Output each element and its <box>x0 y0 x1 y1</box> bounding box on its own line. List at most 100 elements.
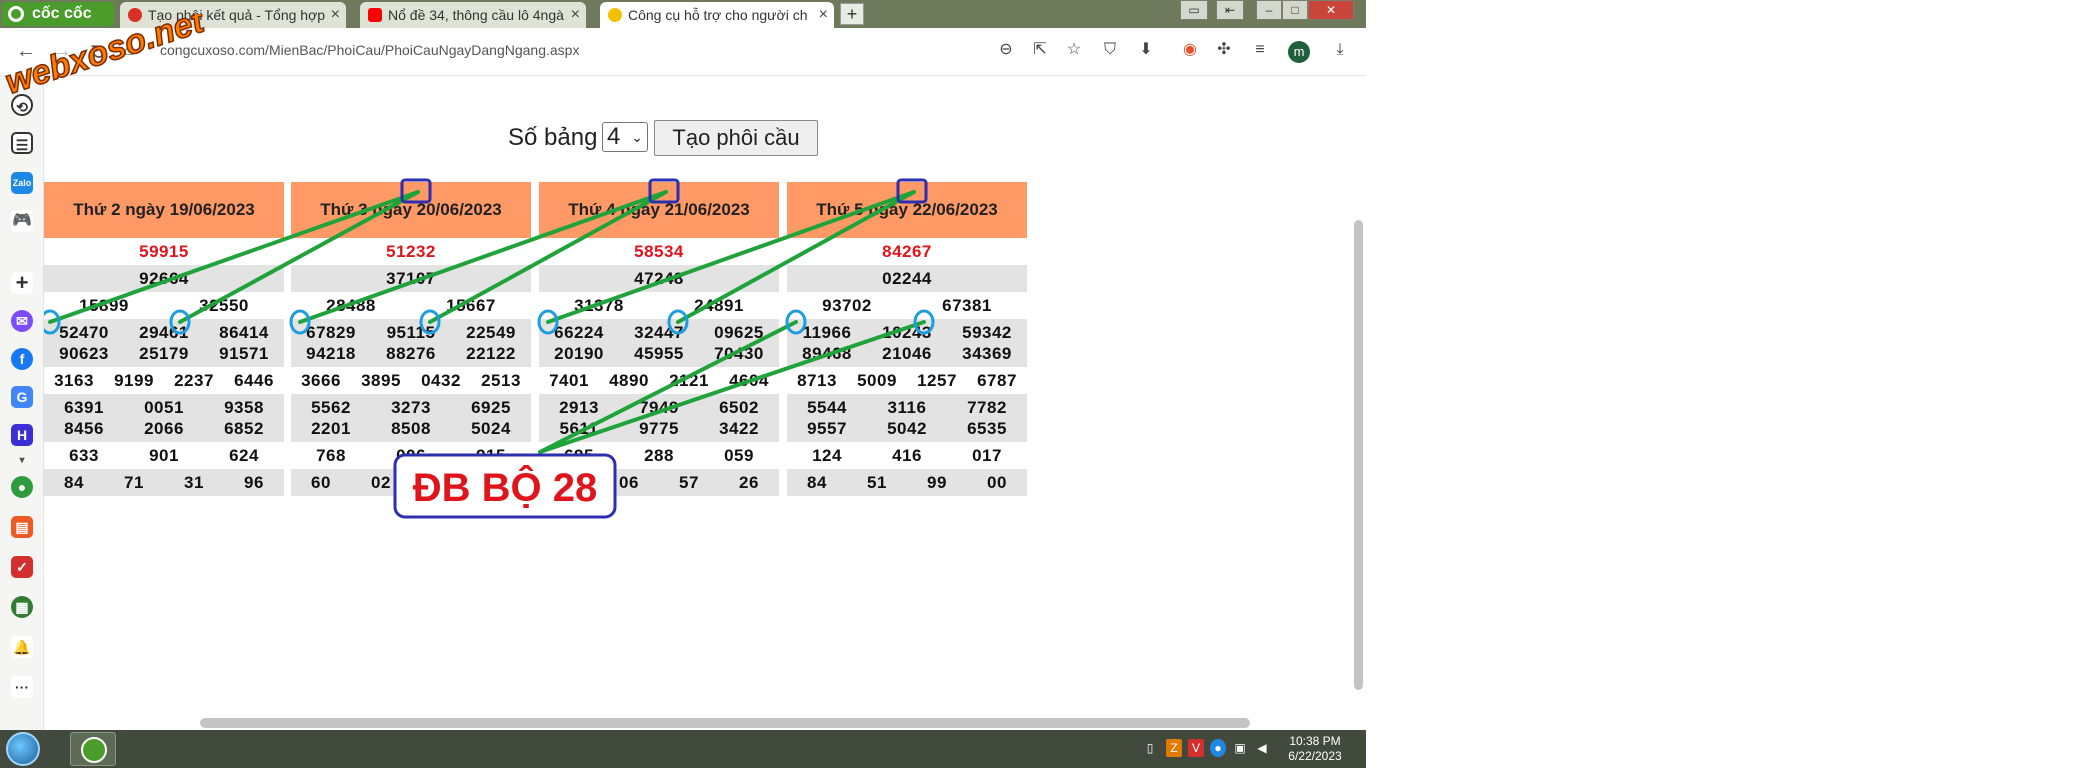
result-board: Thứ 5 ngày 22/06/2023 84267 02244 93702 6738… <box>787 182 1027 496</box>
close-tab-icon[interactable]: × <box>331 2 340 28</box>
tab-2[interactable]: Nổ đề 34, thông cầu lô 4ngà × <box>360 2 586 28</box>
prize-number: 6925 <box>471 398 511 417</box>
prize-number: 34369 <box>962 344 1012 363</box>
tray-volume-icon[interactable]: ◀ <box>1254 739 1270 757</box>
messenger-icon[interactable]: ✉ <box>11 310 33 332</box>
prize-number: 67381 <box>942 296 992 315</box>
so-bang-label: Số bảng <box>508 124 598 151</box>
prize-number: 22549 <box>466 323 516 342</box>
avatar[interactable]: m <box>1288 41 1310 63</box>
start-button[interactable] <box>6 732 40 766</box>
prize-number: 4604 <box>729 371 769 390</box>
puzzle-icon[interactable]: ✣ <box>1214 40 1234 60</box>
chevron-down-icon: ⌄ <box>631 129 643 145</box>
add-icon[interactable]: + <box>11 272 33 294</box>
tray-globe-icon[interactable]: ● <box>1210 739 1226 757</box>
prize-row: 5562 3273 6925 2201 8508 5024 <box>291 394 531 442</box>
so-bang-select[interactable]: 4 ⌄ <box>602 122 648 152</box>
tao-phoi-cau-button[interactable]: Tạo phôi cầu <box>654 120 818 156</box>
coccoc-logo[interactable]: cốc cốc <box>2 2 114 26</box>
prize-number: 84 <box>807 473 827 492</box>
more-icon[interactable]: ··· <box>11 676 33 698</box>
reading-list-icon[interactable]: ≡ <box>1250 40 1270 60</box>
prize-row: 51232 <box>291 238 531 265</box>
download-box-icon[interactable]: ⬇ <box>1136 40 1156 60</box>
prize-number: 37107 <box>386 269 436 288</box>
sheet-icon[interactable]: ▦ <box>11 596 33 618</box>
minimize-button[interactable]: – <box>1256 0 1282 20</box>
clock[interactable]: 10:38 PM 6/22/2023 <box>1280 734 1350 764</box>
zalo-icon[interactable]: Zalo <box>11 172 33 194</box>
prize-number: 21046 <box>882 344 932 363</box>
new-tab-button[interactable]: + <box>840 3 864 25</box>
prize-number: 9358 <box>224 398 264 417</box>
url-input[interactable]: congcuxoso.com/MienBac/PhoiCau/PhoiCauNg… <box>160 42 579 58</box>
prize-number: 96 <box>244 473 264 492</box>
bookmark-star-icon[interactable]: ☆ <box>1064 40 1084 60</box>
task-check-icon[interactable]: ✓ <box>11 556 33 578</box>
prize-row: 52470 29461 86414 90623 25179 91571 <box>44 319 284 367</box>
prize-number: 67829 <box>306 323 356 342</box>
zoom-icon[interactable]: ⊖ <box>996 40 1016 60</box>
prize-row: 84 51 99 00 <box>787 469 1027 496</box>
sidebar-toggle-icon[interactable]: ⇤ <box>1216 0 1244 20</box>
prize-number: 3422 <box>719 419 759 438</box>
maximize-button[interactable]: □ <box>1282 0 1308 20</box>
tab-1[interactable]: Tạo phôi kết quả - Tổng hợp × <box>120 2 346 28</box>
tray-z-icon[interactable]: Z <box>1166 739 1182 757</box>
prize-number: 25179 <box>139 344 189 363</box>
prize-number: 3666 <box>301 371 341 390</box>
prize-number: 22122 <box>466 344 516 363</box>
board-date-header: Thứ 5 ngày 22/06/2023 <box>787 182 1027 238</box>
coccoc-logo-icon <box>8 6 24 22</box>
forward-icon[interactable]: → <box>52 40 72 63</box>
prize-number: 416 <box>892 446 922 465</box>
prize-number: 88276 <box>386 344 436 363</box>
coccoc-extension-icon[interactable]: ◉ <box>1180 40 1200 60</box>
result-board: Thứ 2 ngày 19/06/2023 59915 92664 15899 3255… <box>44 182 284 496</box>
home-icon[interactable]: ⌂ <box>124 42 134 60</box>
history-icon[interactable]: ⟲ <box>11 94 33 116</box>
vertical-scrollbar[interactable] <box>1354 220 1363 690</box>
tray-v-icon[interactable]: V <box>1188 739 1204 757</box>
prize-number: 51 <box>867 473 887 492</box>
tray-network-icon[interactable]: ▣ <box>1232 739 1248 757</box>
facebook-icon[interactable]: f <box>11 348 33 370</box>
close-tab-icon[interactable]: × <box>571 2 580 28</box>
map-app-icon[interactable]: ● <box>11 476 33 498</box>
back-icon[interactable]: ← <box>16 40 36 63</box>
notes-icon[interactable]: ☰ <box>11 132 33 154</box>
close-tab-icon[interactable]: × <box>819 2 828 28</box>
tray-window-icon[interactable]: ▯ <box>1142 739 1158 757</box>
prize-number: 70430 <box>714 344 764 363</box>
prize-row: 92664 <box>44 265 284 292</box>
horizontal-scrollbar[interactable] <box>200 718 1250 728</box>
close-window-button[interactable]: ✕ <box>1308 0 1354 20</box>
bell-icon[interactable]: 🔔 <box>11 636 33 658</box>
prize-number: 15667 <box>446 296 496 315</box>
prize-number: 1257 <box>917 371 957 390</box>
site-icon <box>608 8 622 22</box>
h-app-icon[interactable]: H <box>11 424 33 446</box>
prize-number: 11966 <box>802 323 852 342</box>
prize-row: 15899 32550 <box>44 292 284 319</box>
taskbar-coccoc-app[interactable] <box>70 732 116 766</box>
prize-number: 006 <box>396 446 426 465</box>
shield-icon[interactable]: ⛉ <box>1100 40 1120 60</box>
prize-row: 6391 0051 9358 8456 2066 6852 <box>44 394 284 442</box>
prize-number: 52470 <box>59 323 109 342</box>
reload-icon[interactable]: ↻ <box>90 40 107 65</box>
shopping-icon[interactable]: ▤ <box>11 516 33 538</box>
translate-icon[interactable]: G <box>11 386 33 408</box>
prize-row: 124 416 017 <box>787 442 1027 469</box>
downloads-icon[interactable]: ⤓ <box>1330 40 1350 60</box>
game-controller-icon[interactable]: 🎮 <box>11 210 33 232</box>
prize-row: 8713 5009 1257 6787 <box>787 367 1027 394</box>
screenshot-icon[interactable]: ▭ <box>1180 0 1208 20</box>
share-icon[interactable]: ⇱ <box>1030 40 1050 60</box>
prize-number: 47248 <box>634 269 684 288</box>
prize-number: 624 <box>229 446 259 465</box>
tab-3-active[interactable]: Công cụ hỗ trợ cho người ch × <box>600 2 834 28</box>
chevron-down-icon[interactable]: ▾ <box>11 450 33 472</box>
prize-number: 2513 <box>481 371 521 390</box>
